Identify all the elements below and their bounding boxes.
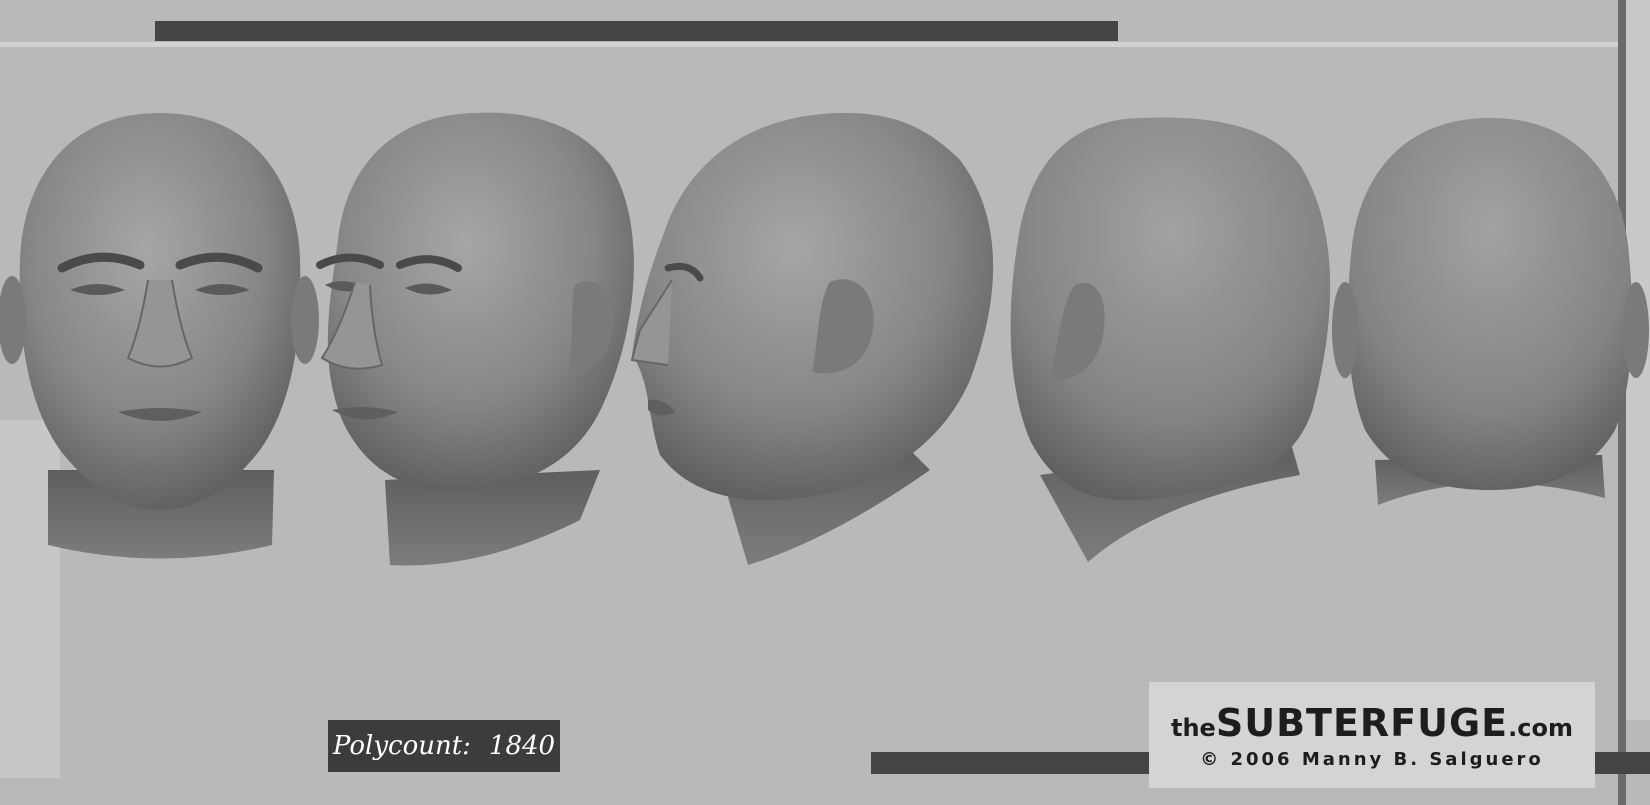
logo-prefix: the <box>1171 713 1216 742</box>
head-front-view <box>0 113 319 559</box>
head-back-view <box>1332 118 1649 505</box>
head-three-quarter-back-view <box>1010 117 1331 562</box>
site-logo: the SUBTERFUGE .com <box>1171 701 1573 745</box>
logo-suffix: .com <box>1508 713 1573 742</box>
head-side-view <box>630 112 994 565</box>
head-three-quarter-front-view <box>316 112 634 566</box>
logo-name: SUBTERFUGE <box>1215 700 1509 745</box>
copyright-text: © 2006 Manny B. Salguero <box>1200 748 1544 770</box>
polycount-value: 1840 <box>488 731 556 761</box>
site-logo-box: the SUBTERFUGE .com © 2006 Manny B. Salg… <box>1149 682 1595 788</box>
polycount-badge: Polycount: 1840 <box>328 720 560 772</box>
polycount-label: Polycount: <box>332 731 471 761</box>
